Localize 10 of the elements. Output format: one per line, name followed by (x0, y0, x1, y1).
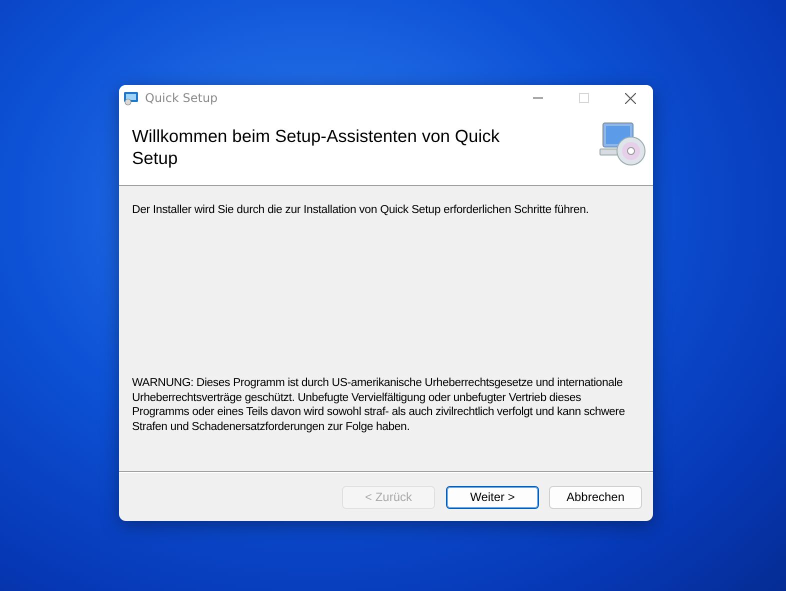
close-icon (624, 92, 636, 104)
installer-icon (123, 90, 139, 106)
wizard-button[interactable]: Abbrechen (549, 486, 642, 508)
window-title: Quick Setup (145, 91, 218, 105)
wizard-button[interactable]: Weiter > (446, 486, 539, 508)
wizard-heading: Willkommen beim Setup-Assistenten von Quick Setup (132, 125, 501, 169)
copyright-warning: WARNUNG: Dieses Programm ist durch US-amerikanische Urheberrechtsgesetze und internationale Urheberrechtsverträge geschützt. Unbefugte Vervielfältigung oder unbefugter Vertrieb dieses Programms oder eines Teils davon wird sowohl straf- als auch zivilrechtlich verfolgt und kann schwere Strafen und Schadenersatzforderungen zur Folge haben. (132, 376, 626, 434)
maximize-icon (579, 93, 589, 103)
computer-with-disc-icon (597, 121, 647, 167)
intro-text: Der Installer wird Sie durch die zur Installation von Quick Setup erforderlichen Schritte führen. (132, 203, 590, 218)
